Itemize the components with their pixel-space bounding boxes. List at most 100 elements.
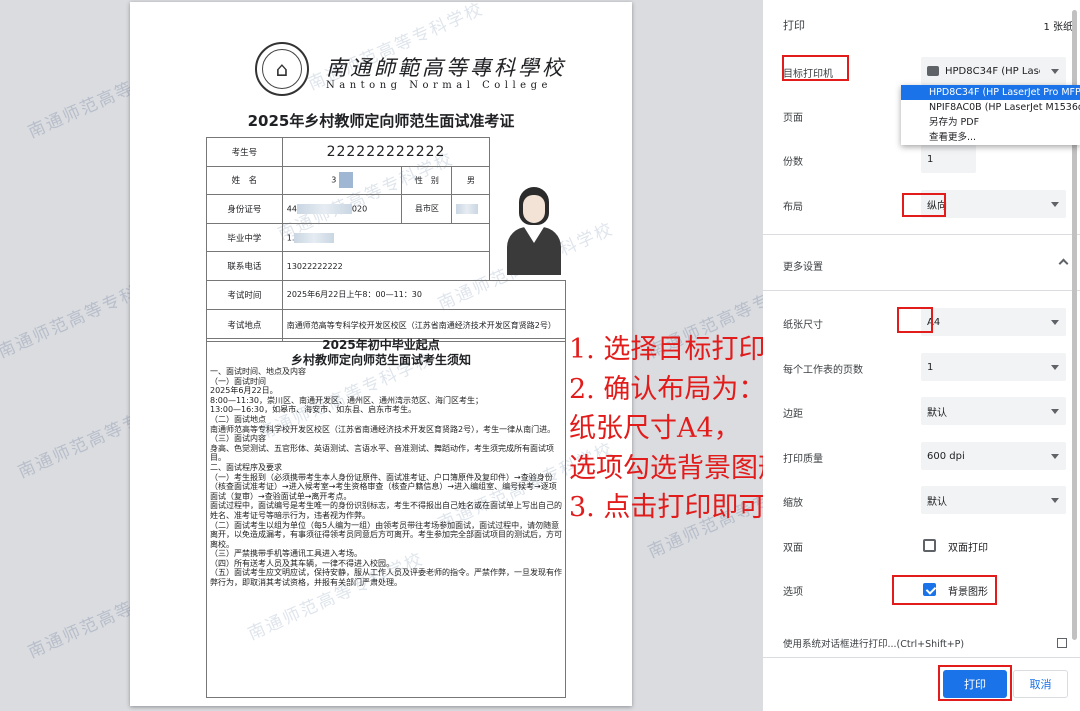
redacted-block: [456, 203, 479, 214]
divider: [763, 234, 1080, 235]
school-name-en: Nantong Normal College: [326, 80, 552, 91]
school-cell: 1.: [281, 222, 491, 253]
redacted-block: [338, 172, 353, 189]
scale-select[interactable]: 默认: [921, 486, 1066, 514]
school-label: 毕业中学: [206, 222, 283, 253]
chevron-down-icon: [1051, 202, 1059, 207]
id-label: 身份证号: [206, 194, 283, 224]
exam-no-value: 222222222222: [281, 137, 491, 167]
highlight-box: [938, 665, 1012, 701]
notice-line: （二）面试考生以组为单位（每5人编为一组）由领考员带往考场参加面试，面试过程中，…: [210, 520, 562, 549]
highlight-box: [902, 193, 946, 217]
notice-line: （一）考生报到（必须携带考生本人身份证原件、面试准考证、户口簿原件及复印件）→查…: [210, 472, 557, 501]
notice-line: 二、面试程序及要求: [210, 462, 282, 472]
duplex-label: 双面: [783, 542, 803, 554]
notice-body: 一、面试时间、地点及内容 （一）面试时间 2025年6月22日。 8:00—11…: [210, 367, 562, 588]
copies-row: 份数 1: [783, 145, 1073, 175]
chevron-down-icon: [1051, 365, 1059, 370]
more-settings-row[interactable]: 更多设置: [783, 250, 1073, 280]
margins-value: 默认: [927, 407, 947, 419]
options-label: 选项: [783, 586, 803, 598]
phone-label: 联系电话: [206, 251, 283, 281]
document-title: 2025年乡村教师定向师范生面试准考证: [247, 112, 515, 130]
printer-option[interactable]: NPIF8AC0B (HP LaserJet M1536d: [901, 100, 1080, 115]
highlight-box: [782, 55, 849, 81]
layout-label: 布局: [783, 201, 803, 213]
time-label: 考试时间: [206, 279, 283, 310]
chevron-down-icon: [1051, 69, 1059, 74]
quality-value: 600 dpi: [927, 450, 965, 462]
notice-line: 一、面试时间、地点及内容: [210, 367, 306, 376]
margins-row: 边距 默认: [783, 397, 1073, 427]
pages-per-sheet-label: 每个工作表的页数: [783, 364, 863, 376]
highlight-box: [892, 575, 997, 605]
scale-label: 缩放: [783, 497, 803, 509]
redacted-block: [296, 203, 352, 214]
id-cell: 44 020: [281, 194, 403, 224]
county-label: 县市区: [401, 194, 453, 224]
printer-dropdown-list: HPD8C34F (HP LaserJet Pro MFP NPIF8AC0B …: [901, 85, 1080, 145]
duplex-option-label: 双面打印: [948, 542, 988, 554]
printer-option[interactable]: HPD8C34F (HP LaserJet Pro MFP: [901, 85, 1080, 100]
pages-per-sheet-select[interactable]: 1: [921, 353, 1066, 381]
panel-title: 打印: [783, 19, 805, 32]
quality-label: 打印质量: [783, 453, 823, 465]
duplex-checkbox[interactable]: [923, 539, 936, 552]
scale-row: 缩放 默认: [783, 486, 1073, 516]
notice-line: 面试过程中，面试编号是考生唯一的身份识别标志，考生不得报出自己姓名或在面试单上写…: [210, 501, 562, 520]
notice-line: （三）面试内容: [210, 434, 266, 444]
chevron-up-icon[interactable]: [1058, 258, 1069, 269]
scale-value: 默认: [927, 496, 947, 508]
school-logo-icon: ⌂: [255, 42, 309, 96]
notice-line: （五）面试考生应文明应试，保持安静，服从工作人员及评委老师的指令。严禁作弊，一旦…: [210, 568, 562, 588]
school-value: 1.: [286, 233, 295, 243]
gender-label: 性 别: [401, 165, 453, 196]
system-dialog-row[interactable]: 使用系统对话框进行打印...(Ctrl+Shift+P): [783, 628, 1073, 658]
chevron-down-icon: [1051, 498, 1059, 503]
candidate-photo: [497, 183, 571, 275]
notice-line: 8:00—11:30，崇川区、南通开发区、通州区、通州湾示范区、海门区考生；: [210, 395, 484, 405]
margins-select[interactable]: 默认: [921, 397, 1066, 425]
cancel-button[interactable]: 取消: [1013, 670, 1068, 698]
phone-value: 13022222222: [281, 251, 491, 281]
paper-size-select[interactable]: A4: [921, 308, 1066, 336]
quality-row: 打印质量 600 dpi: [783, 442, 1073, 472]
gender-value: 男: [451, 165, 491, 196]
more-settings-label: 更多设置: [783, 261, 823, 273]
notice-line: （一）面试时间: [210, 376, 266, 386]
school-name-cn: 南通師範高等專科學校: [326, 56, 566, 80]
name-cell: 3: [281, 165, 403, 196]
notice-line: （三）严禁携带手机等通讯工具进入考场。: [210, 549, 362, 559]
pages-label: 页面: [783, 112, 803, 124]
exam-no-label: 考生号: [206, 137, 283, 167]
copies-label: 份数: [783, 156, 803, 168]
county-value: [451, 194, 491, 224]
chevron-down-icon: [1051, 409, 1059, 414]
id-value: 44: [286, 204, 297, 214]
id-value-tail: 020: [351, 204, 368, 214]
chevron-down-icon: [1051, 320, 1059, 325]
pages-per-sheet-value: 1: [927, 361, 934, 373]
pages-per-sheet-row: 每个工作表的页数 1: [783, 353, 1073, 383]
duplex-row: 双面 双面打印: [783, 531, 1073, 561]
copies-input[interactable]: 1: [921, 145, 976, 173]
quality-select[interactable]: 600 dpi: [921, 442, 1066, 470]
notice-line: 身高、色觉测试、五官形体、英语测试、言语水平、音准测试、舞蹈动作，考生须完成所有…: [210, 443, 554, 463]
redacted-block: [294, 232, 335, 243]
name-label: 姓 名: [206, 165, 283, 196]
printer-icon: [927, 66, 939, 76]
margins-label: 边距: [783, 408, 803, 420]
system-dialog-link[interactable]: 使用系统对话框进行打印...(Ctrl+Shift+P): [783, 636, 964, 650]
external-link-icon: [1057, 638, 1067, 648]
destination-select[interactable]: HPD8C34F (HP Lase: [921, 57, 1066, 85]
notice-line: 13:00—16:30，如皋市、海安市、如东县、启东市考生。: [210, 405, 417, 415]
preview-page: 南通师范高等专科学校 南通师范高等专科学校 南通师范高等专科学校 南通师范高等专…: [130, 2, 632, 706]
header-row: 打印 1 张纸: [783, 10, 1073, 40]
sheet-count: 1 张纸: [1043, 21, 1073, 33]
notice-line: 2025年6月22日。: [210, 386, 278, 396]
chevron-down-icon: [1051, 454, 1059, 459]
printer-option[interactable]: 查看更多...: [901, 130, 1080, 145]
notice-line: （二）面试地点: [210, 414, 266, 424]
divider: [763, 657, 1080, 658]
printer-option[interactable]: 另存为 PDF: [901, 115, 1080, 130]
